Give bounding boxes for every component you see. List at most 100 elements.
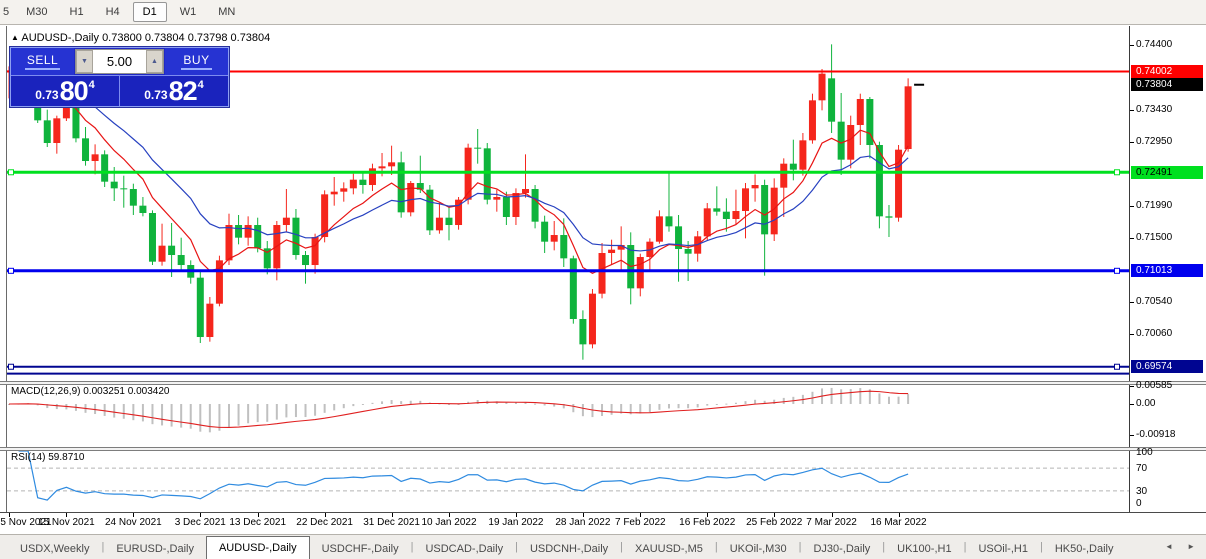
symbol-tab-usoil[interactable]: USOil-,H1 [966, 538, 1040, 559]
period-button-5[interactable]: 5 [2, 2, 13, 22]
buy-price-big: 82 [169, 78, 197, 104]
period-button-w1[interactable]: W1 [171, 2, 206, 22]
price-badge: 0.71013 [1131, 264, 1203, 277]
symbol-tab-hk50[interactable]: HK50-,Daily [1043, 538, 1126, 559]
price-tick-label: 0.71990 [1136, 200, 1172, 211]
date-tick-mark [640, 513, 641, 517]
period-button-mn[interactable]: MN [209, 2, 244, 22]
period-button-h1[interactable]: H1 [61, 2, 93, 22]
date-tick-label: 31 Dec 2021 [363, 517, 420, 528]
period-button-d1[interactable]: D1 [133, 2, 167, 22]
macd-tick-mark [1130, 435, 1134, 436]
price-tick-mark [1130, 238, 1134, 239]
date-tick-label: 3 Dec 2021 [175, 517, 226, 528]
symbol-tab-usdcnh[interactable]: USDCNH-,Daily [518, 538, 620, 559]
sell-button[interactable]: SELL [11, 48, 74, 75]
period-button-m30[interactable]: M30 [17, 2, 56, 22]
price-axis-separator [1129, 26, 1130, 512]
date-tick-label: 16 Feb 2022 [679, 517, 735, 528]
date-tick-mark [707, 513, 708, 517]
pane-left-border [6, 26, 7, 512]
date-tick-mark [66, 513, 67, 517]
symbol-tab-xauusd[interactable]: XAUUSD-,M5 [623, 538, 715, 559]
price-tick-mark [1130, 45, 1134, 46]
date-tick-label: 19 Jan 2022 [488, 517, 543, 528]
macd-indicator-label: MACD(12,26,9) 0.003251 0.003420 [11, 386, 169, 397]
price-badge: 0.69574 [1131, 360, 1203, 373]
date-tick-mark [9, 513, 10, 517]
sell-price-display[interactable]: 0.73 80 4 [11, 76, 120, 106]
volume-increase-button[interactable]: ▲ [146, 50, 163, 73]
rsi-pane [7, 451, 1129, 500]
volume-input[interactable] [93, 50, 146, 73]
symbol-tab-audusd[interactable]: AUDUSD-,Daily [206, 536, 310, 559]
sell-button-label: SELL [25, 53, 60, 70]
symbol-tab-usdcad[interactable]: USDCAD-,Daily [413, 538, 515, 559]
symbol-tab-usdchf[interactable]: USDCHF-,Daily [310, 538, 411, 559]
rsi-tick-label: 70 [1136, 463, 1147, 474]
symbol-ohlc: 0.73800 0.73804 0.73798 0.73804 [102, 32, 270, 44]
price-badge: 0.73804 [1131, 78, 1203, 91]
symbol-tab-dj30[interactable]: DJ30-,Daily [801, 538, 882, 559]
date-tick-label: 15 Nov 2021 [38, 517, 95, 528]
price-tick-mark [1130, 142, 1134, 143]
price-tick-mark [1130, 334, 1134, 335]
sell-price-big: 80 [60, 78, 88, 104]
macd-tick-mark [1130, 404, 1134, 405]
date-tick-mark [133, 513, 134, 517]
volume-decrease-button[interactable]: ▼ [76, 50, 93, 73]
volume-stepper: ▼ ▲ [75, 49, 164, 74]
date-tick-mark [200, 513, 201, 517]
symbol-name: AUDUSD-,Daily [21, 32, 99, 44]
price-tick-label: 0.70540 [1136, 296, 1172, 307]
rsi-tick-label: 100 [1136, 447, 1153, 458]
price-tick-label: 0.74400 [1136, 39, 1172, 50]
price-badge: 0.72491 [1131, 166, 1203, 179]
date-tick-label: 24 Nov 2021 [105, 517, 162, 528]
price-tick-mark [1130, 206, 1134, 207]
date-tick-mark [899, 513, 900, 517]
price-tick-label: 0.72950 [1136, 136, 1172, 147]
macd-tick-label: -0.00918 [1136, 429, 1175, 440]
rsi-pane-splitter[interactable] [0, 447, 1206, 451]
date-tick-mark [325, 513, 326, 517]
date-axis[interactable]: 5 Nov 202115 Nov 202124 Nov 20213 Dec 20… [0, 512, 1206, 534]
mt4-terminal: { "toolbar": { "periods": [ {"label": "5… [0, 0, 1206, 559]
symbol-tab-uk100[interactable]: UK100-,H1 [885, 538, 963, 559]
date-tick-mark [258, 513, 259, 517]
symbol-tab-usdx[interactable]: USDX,Weekly [8, 538, 101, 559]
symbol-tab-eurusd[interactable]: EURUSD-,Daily [104, 538, 206, 559]
buy-price-pip: 4 [198, 79, 204, 91]
macd-tick-label: 0.00 [1136, 398, 1155, 409]
macd-tick-label: 0.00585 [1136, 380, 1172, 391]
date-tick-label: 10 Jan 2022 [421, 517, 476, 528]
buy-price-prefix: 0.73 [144, 88, 167, 102]
rsi-indicator-label: RSI(14) 59.8710 [11, 452, 84, 463]
one-click-trading-panel: SELL ▼ ▲ BUY 0.73 80 4 0.73 82 4 [10, 47, 229, 107]
last-price-marker [914, 84, 924, 86]
price-tick-label: 0.71500 [1136, 232, 1172, 243]
price-tick-label: 0.73430 [1136, 104, 1172, 115]
symbol-marker-icon: ▲ [11, 33, 19, 42]
date-tick-mark [774, 513, 775, 517]
buy-price-display[interactable]: 0.73 82 4 [120, 76, 228, 106]
rsi-tick-label: 30 [1136, 486, 1147, 497]
symbol-tabbar: USDX,Weekly|EURUSD-,DailyAUDUSD-,DailyUS… [0, 535, 1206, 559]
rsi-tick-label: 0 [1136, 498, 1142, 509]
date-tick-label: 28 Jan 2022 [555, 517, 610, 528]
date-tick-label: 7 Mar 2022 [806, 517, 857, 528]
period-button-h4[interactable]: H4 [97, 2, 129, 22]
symbol-tab-ukoil[interactable]: UKOil-,M30 [718, 538, 799, 559]
buy-button[interactable]: BUY [165, 48, 228, 75]
price-tick-mark [1130, 302, 1134, 303]
date-tick-label: 25 Feb 2022 [746, 517, 802, 528]
tab-scroll-arrows[interactable]: ◄ ► [1165, 542, 1201, 551]
date-tick-label: 22 Dec 2021 [296, 517, 353, 528]
date-tick-label: 13 Dec 2021 [229, 517, 286, 528]
macd-pane-splitter[interactable] [0, 381, 1206, 385]
date-tick-mark [392, 513, 393, 517]
chart-window: ▲ AUDUSD-,Daily 0.73800 0.73804 0.73798 … [0, 26, 1206, 534]
chart-symbol-title: ▲ AUDUSD-,Daily 0.73800 0.73804 0.73798 … [11, 32, 270, 44]
buy-button-label: BUY [181, 53, 211, 70]
price-tick-label: 0.70060 [1136, 328, 1172, 339]
